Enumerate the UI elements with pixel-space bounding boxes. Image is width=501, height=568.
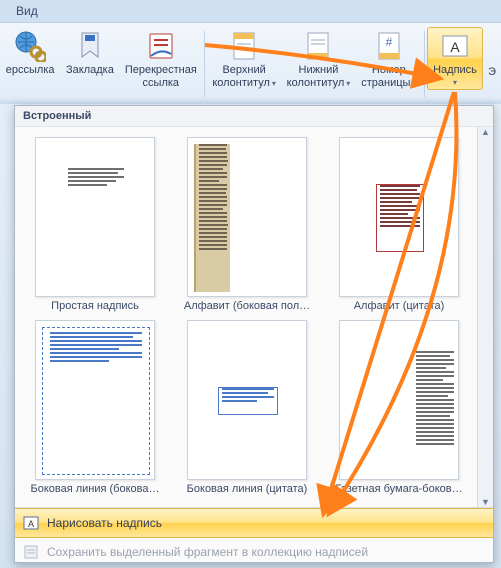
scroll-up-icon[interactable]: ▲ (481, 127, 490, 137)
thumbnail-side-line-quote (187, 320, 307, 480)
gallery-item[interactable]: Алфавит (цитата) (323, 131, 475, 314)
ribbon-tabstrip: Вид (0, 0, 501, 22)
pagenum-label2: страницы (361, 77, 410, 90)
draw-textbox-icon: A (23, 515, 39, 531)
gallery-caption: Газетная бумага-боков… (335, 483, 462, 495)
gallery-item[interactable]: Газетная бумага-боков… (323, 314, 475, 497)
gallery-caption: Алфавит (цитата) (354, 300, 445, 312)
crossref-icon (145, 30, 177, 62)
draw-textbox-menuitem[interactable]: A Нарисовать надпись (15, 508, 493, 538)
extra-button[interactable]: Э (483, 27, 501, 82)
bookmark-label: Закладка (66, 64, 114, 77)
svg-text:A: A (28, 519, 34, 529)
hyperlink-button[interactable]: ерссылка (0, 27, 60, 80)
chevron-down-icon: ▾ (453, 78, 457, 87)
hyperlink-label: ерссылка (6, 64, 55, 77)
gallery-item[interactable]: Боковая линия (цитата) (171, 314, 323, 497)
textbox-button[interactable]: A Надпись ▾ (427, 27, 483, 90)
gallery-caption: Простая надпись (51, 300, 139, 312)
globe-link-icon (14, 30, 46, 62)
textbox-label: Надпись (433, 64, 477, 77)
ribbon-separator (204, 31, 205, 97)
gallery-scrollbar[interactable]: ▲ ▼ (477, 127, 493, 507)
thumbnail-side-line (35, 320, 155, 480)
footer-label1: Нижний (299, 64, 339, 77)
tab-view[interactable]: Вид (6, 2, 48, 20)
gallery-grid-wrap: Простая надпись Алфавит (боковая пол… Ал… (15, 127, 493, 507)
thumbnail-alpha-side (187, 137, 307, 297)
crossref-label1: Перекрестная (125, 64, 197, 77)
scroll-down-icon[interactable]: ▼ (481, 497, 490, 507)
crossref-button[interactable]: Перекрестная ссылка (120, 27, 202, 92)
footer-label2: колонтитул (287, 77, 345, 90)
page-number-icon: # (373, 30, 405, 62)
crossref-label2: ссылка (143, 77, 180, 90)
save-fragment-icon (23, 544, 39, 560)
gallery-caption: Боковая линия (бокова… (30, 483, 159, 495)
textbox-icon: A (439, 30, 471, 62)
header-label1: Верхний (222, 64, 265, 77)
header-label2: колонтитул (212, 77, 270, 90)
gallery-bottom-menu: A Нарисовать надпись Сохранить выделенны… (15, 507, 493, 566)
header-button[interactable]: Верхний колонтитул ▾ (207, 27, 281, 92)
bookmark-icon (74, 30, 106, 62)
thumbnail-simple (35, 137, 155, 297)
save-selection-menuitem: Сохранить выделенный фрагмент в коллекци… (15, 538, 493, 566)
gallery-item[interactable]: Боковая линия (бокова… (19, 314, 171, 497)
gallery-heading: Встроенный (15, 106, 493, 127)
gallery-grid: Простая надпись Алфавит (боковая пол… Ал… (15, 127, 493, 501)
ribbon: ерссылка Закладка Перекрестная ссылка Ве… (0, 22, 501, 104)
header-icon (228, 30, 260, 62)
bookmark-button[interactable]: Закладка (60, 27, 119, 80)
gallery-item[interactable]: Простая надпись (19, 131, 171, 314)
ribbon-separator (424, 31, 425, 97)
footer-icon (302, 30, 334, 62)
pagenum-label1: Номер (372, 64, 406, 77)
footer-button[interactable]: Нижний колонтитул ▾ (281, 27, 355, 92)
gallery-caption: Боковая линия (цитата) (187, 483, 308, 495)
gallery-item[interactable]: Алфавит (боковая пол… (171, 131, 323, 314)
pagenum-button[interactable]: # Номер страницы ▾ (356, 27, 422, 92)
chevron-down-icon: ▾ (346, 79, 350, 88)
save-selection-label: Сохранить выделенный фрагмент в коллекци… (47, 545, 368, 559)
textbox-gallery-dropdown: Встроенный Простая надпись Алфавит (боко… (14, 105, 494, 563)
chevron-down-icon: ▾ (412, 79, 416, 88)
chevron-down-icon: ▾ (272, 79, 276, 88)
svg-text:A: A (450, 39, 460, 55)
thumbnail-newspaper-side (339, 320, 459, 480)
gallery-caption: Алфавит (боковая пол… (184, 300, 310, 312)
thumbnail-alpha-quote (339, 137, 459, 297)
extra-label: Э (488, 66, 496, 79)
svg-text:#: # (386, 35, 393, 49)
draw-textbox-label: Нарисовать надпись (47, 516, 162, 530)
